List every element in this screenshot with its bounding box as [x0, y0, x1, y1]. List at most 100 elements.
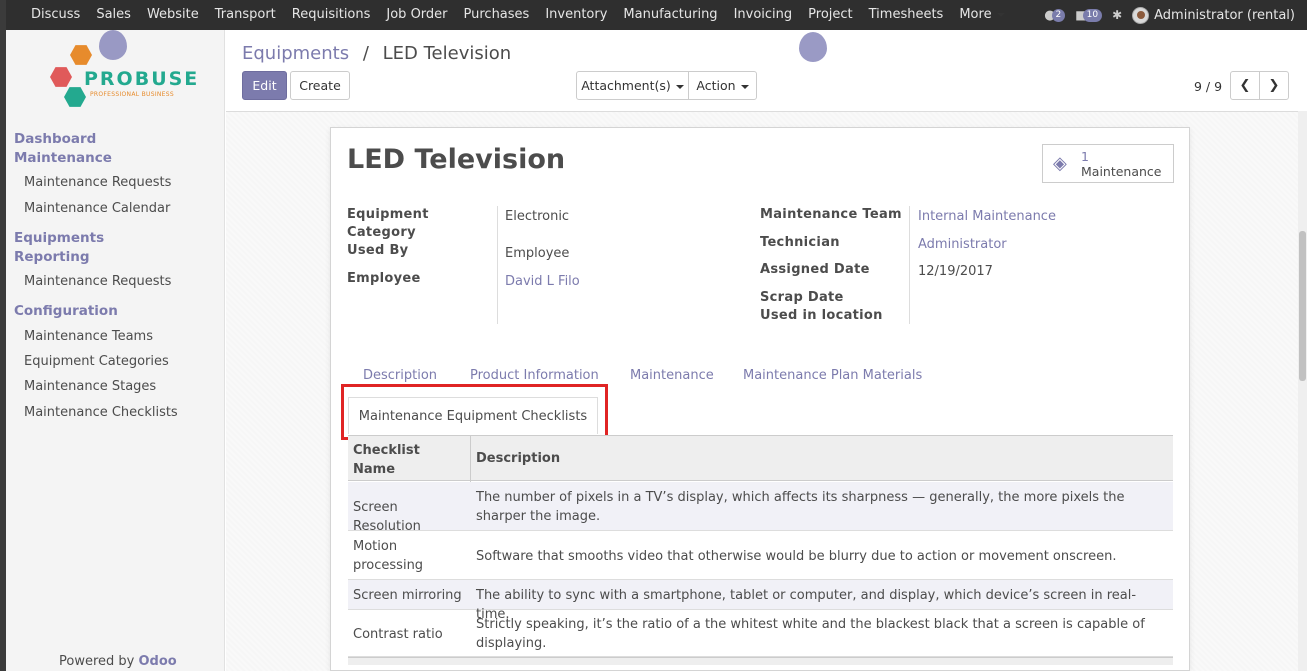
tab-maintenance-plan-materials[interactable]: Maintenance Plan Materials [743, 368, 922, 383]
cell-description: The number of pixels in a TV’s display, … [476, 490, 1125, 524]
app-menu: Discuss Sales Website Transport Requisit… [23, 0, 1013, 30]
menu-inventory[interactable]: Inventory [537, 0, 615, 30]
sidebar-heading-configuration[interactable]: Configuration [14, 302, 118, 321]
systray: ● 2 ■ 10 ✱ Administrator (rental) [1044, 0, 1295, 30]
menu-manufacturing[interactable]: Manufacturing [615, 0, 725, 30]
chevron-right-icon: ❯ [1268, 78, 1280, 93]
menu-sales[interactable]: Sales [88, 0, 139, 30]
edit-button[interactable]: Edit [242, 71, 287, 100]
sidebar-item-maintenance-teams[interactable]: Maintenance Teams [24, 329, 153, 344]
action-label: Action [696, 78, 736, 93]
activity-systray[interactable]: ■ 10 [1075, 8, 1103, 22]
table-row[interactable]: Screen Resolution The number of pixels i… [348, 482, 1173, 534]
table-row[interactable]: Contrast ratio Strictly speaking, it’s t… [348, 610, 1173, 657]
column-header-checklist-name[interactable]: Checklist Name [353, 441, 463, 479]
value-employee-link[interactable]: David L Filo [505, 274, 580, 289]
chevron-left-icon: ❮ [1239, 78, 1251, 93]
sidebar-item-maintenance-stages[interactable]: Maintenance Stages [24, 379, 156, 394]
logo-hex-green [64, 87, 86, 107]
label-used-by: Used By [347, 243, 409, 258]
label-scrap-date: Scrap Date [760, 290, 844, 305]
menu-project[interactable]: Project [800, 0, 860, 30]
tab-maintenance[interactable]: Maintenance [630, 368, 714, 383]
menu-purchases[interactable]: Purchases [456, 0, 538, 30]
user-name: Administrator (rental) [1154, 7, 1295, 23]
menu-invoicing[interactable]: Invoicing [726, 0, 801, 30]
breadcrumb-current: LED Television [382, 43, 512, 64]
sidebar-item-maintenance-calendar[interactable]: Maintenance Calendar [24, 201, 170, 216]
label-equipment-category: Equipment Category [347, 207, 429, 240]
cell-description: Strictly speaking, it’s the ratio of a t… [476, 617, 1145, 651]
chat-systray[interactable]: ● 2 [1044, 8, 1066, 23]
loading-drop-left [99, 30, 127, 60]
pager-previous-button[interactable]: ❮ [1230, 71, 1260, 100]
breadcrumb: Equipments / LED Television [242, 43, 511, 64]
menu-discuss[interactable]: Discuss [23, 0, 88, 30]
column-separator [470, 436, 471, 482]
label-maintenance-team: Maintenance Team [760, 207, 902, 222]
create-button[interactable]: Create [290, 71, 350, 100]
pager-value[interactable]: 9 / 9 [1194, 79, 1222, 94]
avatar [1132, 6, 1150, 24]
bug-icon[interactable]: ✱ [1112, 8, 1122, 22]
ticket-icon: ◈ [1053, 152, 1067, 174]
table-footer [348, 657, 1173, 665]
sidebar-heading-dashboard[interactable]: Dashboard Maintenance [14, 130, 114, 168]
chevron-down-icon [671, 78, 684, 93]
logo-hex-orange [70, 45, 92, 65]
logo-hex-red [50, 67, 72, 87]
cell-description: Software that smooths video that otherwi… [476, 549, 1117, 564]
smart-button-text: 1 Maintenance [1081, 149, 1162, 179]
highlight-annotation [341, 384, 608, 440]
sidebar-item-maintenance-checklists[interactable]: Maintenance Checklists [24, 405, 178, 420]
table-row[interactable]: Screen mirroring The ability to sync wit… [348, 580, 1173, 622]
cell-checklist-name: Screen mirroring [353, 588, 462, 603]
attachments-dropdown[interactable]: Attachment(s) [576, 71, 689, 100]
label-used-in-location: Used in location [760, 308, 883, 323]
breadcrumb-parent[interactable]: Equipments [242, 43, 349, 64]
top-navbar: Discuss Sales Website Transport Requisit… [0, 0, 1307, 30]
scrollbar-thumb[interactable] [1299, 231, 1306, 381]
powered-by-text: Powered by [59, 654, 135, 669]
label-technician: Technician [760, 235, 840, 250]
label-employee: Employee [347, 271, 421, 286]
tab-product-information[interactable]: Product Information [470, 368, 599, 383]
menu-more-label: More [959, 7, 992, 22]
user-menu[interactable]: Administrator (rental) [1132, 6, 1295, 24]
table-header: Checklist Name Description [348, 435, 1173, 482]
smart-button-label: Maintenance [1081, 163, 1162, 179]
sidebar-heading-equipments-reporting[interactable]: Equipments Reporting [14, 229, 114, 267]
value-assigned-date: 12/19/2017 [918, 264, 993, 279]
sidebar-item-equipment-categories[interactable]: Equipment Categories [24, 354, 169, 369]
column-header-description[interactable]: Description [476, 451, 560, 466]
menu-job-order[interactable]: Job Order [378, 0, 455, 30]
menu-transport[interactable]: Transport [207, 0, 284, 30]
menu-more[interactable]: More [951, 0, 1012, 30]
logo-brand: PROBUSE [84, 68, 200, 90]
value-maintenance-team-link[interactable]: Internal Maintenance [918, 209, 1056, 224]
scrollbar[interactable] [1298, 111, 1307, 671]
powered-by: Powered by Odoo [59, 654, 177, 669]
menu-website[interactable]: Website [139, 0, 207, 30]
odoo-link[interactable]: Odoo [139, 654, 177, 669]
breadcrumb-separator: / [362, 43, 369, 64]
field-divider [909, 206, 910, 324]
tab-description[interactable]: Description [363, 368, 437, 383]
maintenance-smart-button[interactable]: ◈ 1 Maintenance [1042, 144, 1174, 183]
activity-count-badge: 10 [1082, 8, 1103, 22]
menu-requisitions[interactable]: Requisitions [284, 0, 379, 30]
pager-next-button[interactable]: ❯ [1259, 71, 1289, 100]
sidebar: PROBUSE PROFESSIONAL BUSINESS Dashboard … [6, 30, 225, 671]
chat-count-badge: 2 [1051, 8, 1066, 22]
loading-drop-right [799, 32, 827, 62]
smart-button-count: 1 [1081, 148, 1089, 164]
value-technician-link[interactable]: Administrator [918, 237, 1007, 252]
menu-timesheets[interactable]: Timesheets [861, 0, 952, 30]
sidebar-item-reporting-requests[interactable]: Maintenance Requests [24, 274, 171, 289]
sidebar-item-maintenance-requests[interactable]: Maintenance Requests [24, 175, 171, 190]
action-dropdown[interactable]: Action [688, 71, 757, 100]
value-equipment-category: Electronic [505, 209, 570, 224]
table-row[interactable]: Motion processing Software that smooths … [348, 531, 1173, 580]
cell-checklist-name: Motion processing [353, 539, 424, 573]
value-used-by: Employee [505, 246, 570, 261]
